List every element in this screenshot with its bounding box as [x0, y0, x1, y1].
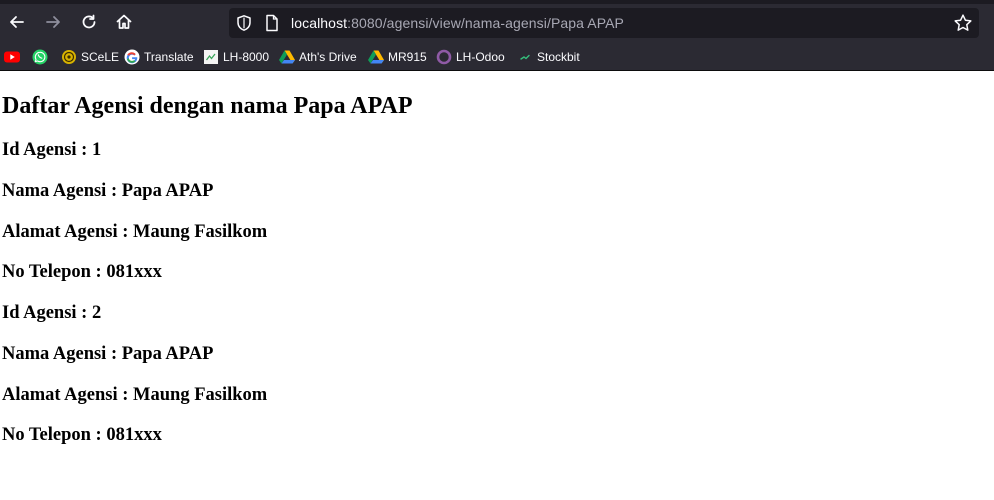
- forward-button[interactable]: [38, 7, 68, 37]
- agency-2-id: Id Agensi : 2: [2, 303, 102, 323]
- whatsapp-icon: [32, 49, 48, 65]
- browser-toolbar: localhost:8080/agensi/view/nama-agensi/P…: [0, 4, 994, 42]
- agency-2-name: Nama Agensi : Papa APAP: [2, 344, 214, 364]
- bookmark-stockbit[interactable]: Stockbit: [517, 46, 580, 68]
- url-text[interactable]: localhost:8080/agensi/view/nama-agensi/P…: [291, 8, 624, 38]
- url-path: :8080/agensi/view/nama-agensi/Papa APAP: [347, 15, 624, 31]
- bookmark-label: Stockbit: [537, 50, 580, 64]
- reload-icon: [82, 14, 96, 29]
- bookmark-mr915[interactable]: MR915: [368, 46, 427, 68]
- bookmarks-toolbar: SCeLE Translate LH-8000 Ath's Drive MR91…: [0, 44, 994, 70]
- url-host: localhost: [291, 15, 348, 31]
- home-button[interactable]: [109, 7, 139, 37]
- agency-1-address: Alamat Agensi : Maung Fasilkom: [2, 222, 268, 242]
- browser-chrome: localhost:8080/agensi/view/nama-agensi/P…: [0, 0, 994, 71]
- drive-icon: [279, 49, 295, 65]
- page-title: Daftar Agensi dengan nama Papa APAP: [2, 93, 413, 119]
- odoo-icon: [436, 49, 452, 65]
- bookmark-label: LH-8000: [223, 50, 270, 64]
- bookmark-label: SCeLE: [81, 50, 120, 64]
- address-bar[interactable]: localhost:8080/agensi/view/nama-agensi/P…: [229, 8, 979, 38]
- page-icon: [203, 49, 219, 65]
- page-info-icon[interactable]: [264, 14, 280, 32]
- agency-2-phone: No Telepon : 081xxx: [2, 425, 162, 445]
- bookmark-lh-odoo[interactable]: LH-Odoo: [436, 46, 505, 68]
- back-button[interactable]: [2, 7, 32, 37]
- toolbar-divider: [0, 70, 994, 71]
- bookmark-aths-drive[interactable]: Ath's Drive: [279, 46, 357, 68]
- agency-1-id: Id Agensi : 1: [2, 140, 102, 160]
- drive-icon: [368, 49, 384, 65]
- bookmark-scele[interactable]: SCeLE: [61, 46, 119, 68]
- agency-1-name: Nama Agensi : Papa APAP: [2, 181, 214, 201]
- home-icon: [116, 14, 132, 29]
- arrow-left-icon: [10, 16, 24, 28]
- bookmark-label: LH-Odoo: [456, 50, 505, 64]
- bookmark-star-icon[interactable]: [953, 13, 973, 33]
- agency-1-phone: No Telepon : 081xxx: [2, 262, 162, 282]
- shield-icon[interactable]: [235, 14, 253, 32]
- google-icon: [124, 49, 140, 65]
- arrow-right-icon: [46, 16, 60, 28]
- bookmark-lh-8000[interactable]: LH-8000: [203, 46, 269, 68]
- bookmark-label: Translate: [144, 50, 194, 64]
- reload-button[interactable]: [74, 7, 104, 37]
- bookmark-label: Ath's Drive: [299, 50, 357, 64]
- youtube-icon: [4, 49, 20, 65]
- bookmark-translate[interactable]: Translate: [124, 46, 194, 68]
- bookmark-youtube[interactable]: [4, 46, 20, 68]
- bookmark-whatsapp[interactable]: [32, 46, 48, 68]
- bookmark-label: MR915: [388, 50, 427, 64]
- stockbit-icon: [517, 49, 533, 65]
- scele-icon: [61, 49, 77, 65]
- agency-2-address: Alamat Agensi : Maung Fasilkom: [2, 385, 268, 405]
